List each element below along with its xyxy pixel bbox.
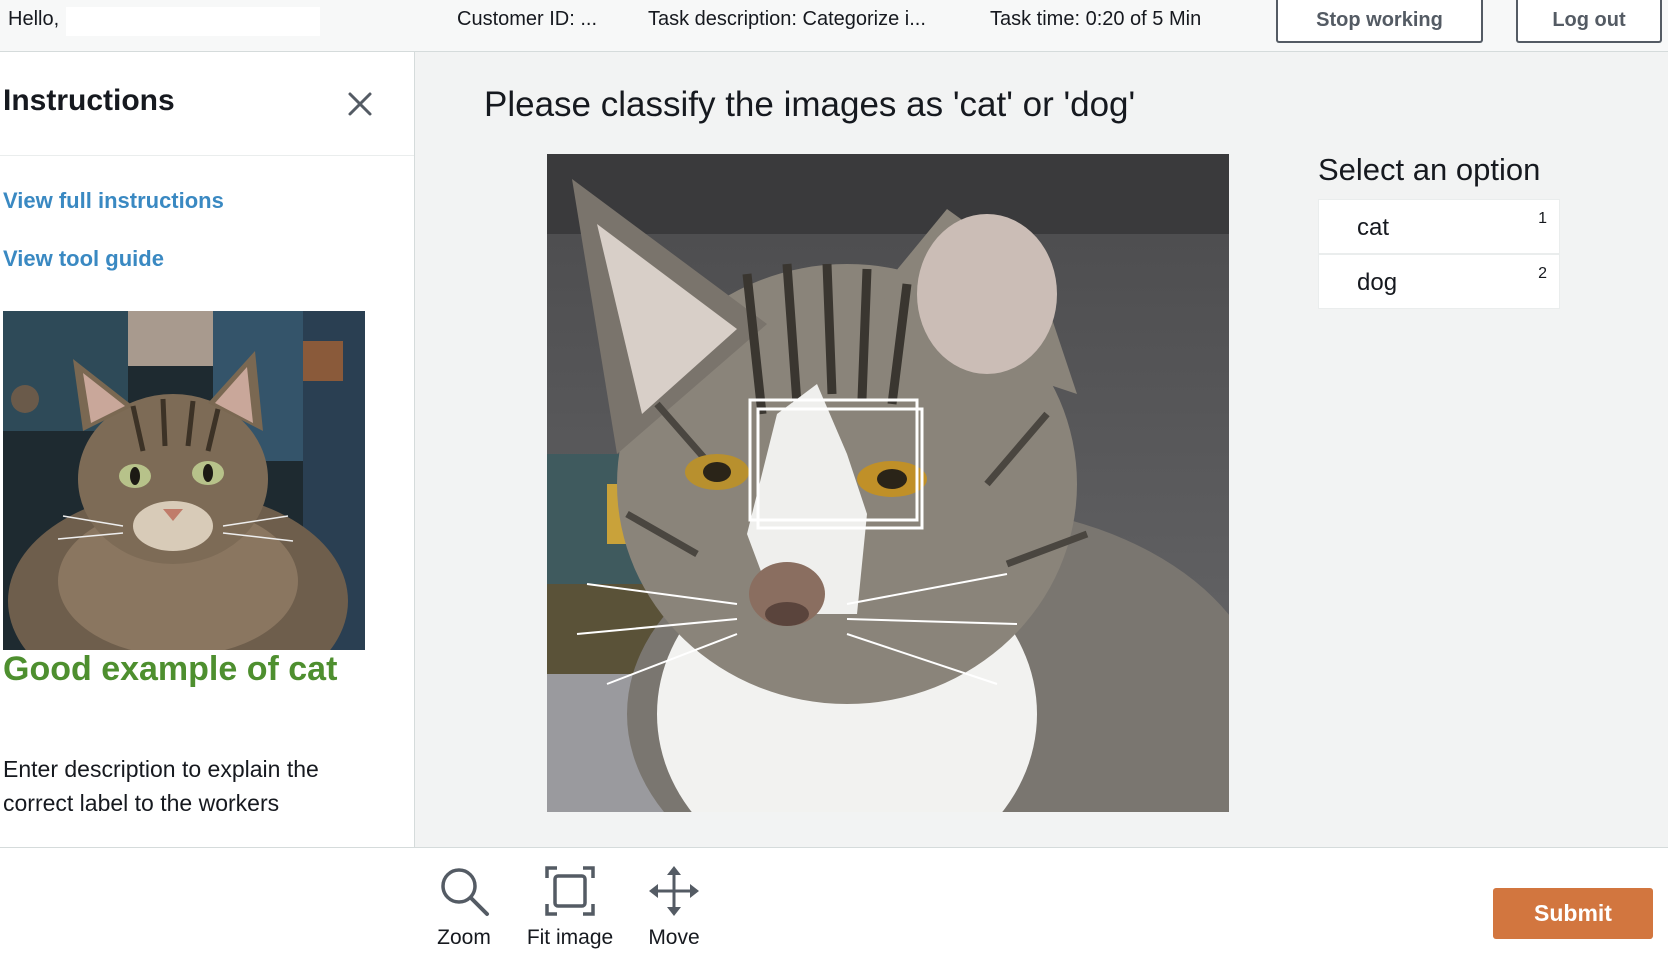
instructions-header: Instructions [0, 52, 414, 156]
instructions-title: Instructions [3, 84, 175, 117]
zoom-label: Zoom [437, 926, 491, 949]
move-tool[interactable]: Move [624, 864, 724, 950]
close-icon[interactable] [342, 86, 378, 122]
submit-button[interactable]: Submit [1493, 888, 1653, 939]
greeting: Hello, [8, 8, 60, 30]
example-caption: Good example of cat [3, 650, 338, 688]
option-label: cat [1357, 214, 1390, 241]
task-image[interactable] [547, 154, 1229, 812]
fit-image-icon [545, 866, 595, 916]
fit-image-label: Fit image [526, 926, 614, 949]
zoom-tool[interactable]: Zoom [414, 864, 514, 950]
customer-id: Customer ID: ... [457, 8, 598, 30]
task-description: Task description: Categorize i... [648, 8, 926, 30]
view-full-instructions-link[interactable]: View full instructions [3, 188, 224, 214]
zoom-icon [441, 868, 489, 916]
options-title: Select an option [1318, 152, 1541, 187]
task-time: Task time: 0:20 of 5 Min [990, 8, 1202, 30]
top-bar: Hello, Customer ID: ... Task description… [0, 0, 1668, 52]
option-cat[interactable]: cat 1 [1318, 199, 1560, 254]
log-out-button[interactable]: Log out [1516, 0, 1662, 43]
option-shortcut: 1 [1538, 210, 1547, 227]
stop-working-button[interactable]: Stop working [1276, 0, 1483, 43]
move-label: Move [648, 926, 700, 949]
view-tool-guide-link[interactable]: View tool guide [3, 246, 164, 272]
user-name-redaction [66, 7, 320, 36]
move-icon [649, 866, 699, 916]
example-cat-image [3, 311, 365, 650]
option-label: dog [1357, 269, 1398, 296]
instructions-panel: Instructions View full instructions View… [0, 52, 415, 847]
option-dog[interactable]: dog 2 [1318, 254, 1560, 309]
task-question: Please classify the images as 'cat' or '… [484, 85, 1136, 124]
bottom-toolbar: Zoom Fit image Move Submit [0, 847, 1668, 954]
fit-image-tool[interactable]: Fit image [520, 864, 620, 950]
option-shortcut: 2 [1538, 265, 1547, 282]
example-description: Enter description to explain the correct… [3, 756, 319, 816]
